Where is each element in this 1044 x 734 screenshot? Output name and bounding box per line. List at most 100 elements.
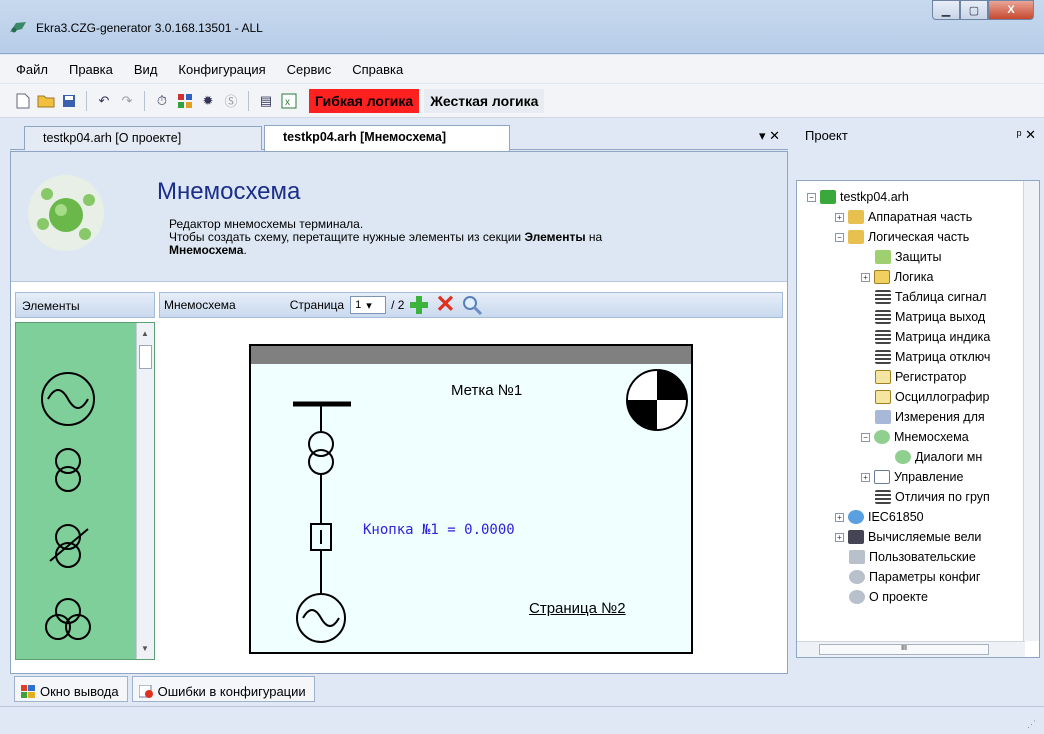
- tree-item-protections[interactable]: Защиты: [875, 247, 941, 267]
- tree-item-measurements[interactable]: Измерения для: [875, 407, 985, 427]
- mnemo-label-1[interactable]: Метка №1: [451, 382, 522, 399]
- output-window-icon: [21, 685, 35, 698]
- tree-item-signal-table[interactable]: Таблица сигнал: [875, 287, 986, 307]
- menu-edit[interactable]: Правка: [69, 62, 113, 77]
- mnemo-logo-icon: [28, 175, 104, 251]
- mnemo-canvas[interactable]: Метка №1 Кнопка №1 = 0.0000 Страница №2: [249, 344, 693, 654]
- hard-logic-button[interactable]: Жесткая логика: [424, 88, 545, 113]
- toolbar-separator: [144, 90, 145, 111]
- tree-item-group-differences[interactable]: Отличия по груп: [875, 487, 990, 507]
- tree-item-hardware[interactable]: + Аппаратная часть: [835, 207, 972, 227]
- tree-item-logic-part[interactable]: − Логическая часть: [835, 227, 969, 247]
- tree-item-computed-values[interactable]: + Вычисляемые вели: [835, 527, 981, 547]
- mnemo-title-bar: [251, 346, 691, 364]
- tree-item-trip-matrix[interactable]: Матрица отключ: [875, 347, 990, 367]
- tab-mnemo[interactable]: testkp04.arh [Мнемосхема]: [264, 125, 510, 151]
- tree-item-indication-matrix[interactable]: Матрица индика: [875, 327, 990, 347]
- tab-about-project[interactable]: testkp04.arh [О проекте]: [24, 126, 262, 150]
- elements-scrollbar[interactable]: ▲ ▼: [136, 323, 154, 659]
- tree-item-logic[interactable]: + Логика: [861, 267, 933, 287]
- excel-icon[interactable]: x: [280, 92, 298, 110]
- three-winding-transformer-element-icon[interactable]: [45, 598, 91, 640]
- tree-item-mnemo[interactable]: − Мнемосхема: [861, 427, 969, 447]
- timer-icon[interactable]: ⏱: [153, 92, 171, 110]
- adjustable-transformer-element-icon[interactable]: [49, 524, 89, 568]
- open-folder-icon[interactable]: [37, 92, 55, 110]
- menu-bar: Файл Правка Вид Конфигурация Сервис Спра…: [0, 55, 1044, 83]
- tree-vertical-scrollbar[interactable]: [1023, 181, 1039, 641]
- status-bar: ⋰: [0, 706, 1044, 734]
- scroll-thumb[interactable]: [139, 345, 152, 369]
- scroll-down-icon[interactable]: ▼: [141, 644, 149, 653]
- logic-icon: [874, 270, 890, 284]
- elements-palette: ▲ ▼: [15, 322, 155, 660]
- redo-icon[interactable]: ↷: [118, 92, 136, 110]
- script-icon[interactable]: Ⓢ: [222, 92, 240, 110]
- pin-close-controls[interactable]: ᵖ ✕: [1017, 127, 1036, 143]
- project-icon: [820, 190, 836, 204]
- scroll-thumb[interactable]: III: [819, 644, 989, 655]
- transformer-element-icon[interactable]: [55, 448, 81, 492]
- mnemo-page-link[interactable]: Страница №2: [529, 600, 626, 617]
- delete-page-icon[interactable]: ✕: [435, 293, 455, 317]
- menu-help[interactable]: Справка: [352, 62, 403, 77]
- tree-item-control[interactable]: + Управление: [861, 467, 964, 487]
- toolbar-separator: [86, 90, 87, 111]
- list-icon[interactable]: ▤: [257, 92, 275, 110]
- minimize-button[interactable]: ▁: [932, 0, 960, 20]
- project-tree: − testkp04.arh + Аппаратная часть − Логи…: [796, 180, 1040, 658]
- bottom-tabs: Окно вывода Ошибки в конфигурации: [14, 676, 315, 702]
- tree-item-config-params[interactable]: Параметры конфиг: [849, 567, 980, 587]
- mnemo-button-1[interactable]: Кнопка №1 = 0.0000: [363, 522, 515, 538]
- tab-controls[interactable]: ▾ ✕: [759, 128, 780, 144]
- bug-icon[interactable]: ✹: [199, 92, 217, 110]
- tree-item-output-matrix[interactable]: Матрица выход: [875, 307, 985, 327]
- flex-logic-button[interactable]: Гибкая логика: [309, 88, 420, 113]
- tree-item-recorder[interactable]: Регистратор: [875, 367, 966, 387]
- document-icon: [874, 470, 890, 484]
- grid-icon[interactable]: [176, 92, 194, 110]
- gear-icon: [849, 570, 865, 584]
- zoom-icon[interactable]: [461, 294, 483, 316]
- add-page-icon[interactable]: [409, 295, 429, 315]
- tree-item-mnemo-dialogs[interactable]: Диалоги мн: [895, 447, 982, 467]
- tree-item-iec61850[interactable]: + IEC61850: [835, 507, 924, 527]
- transformer-symbol[interactable]: [308, 404, 334, 524]
- project-panel-title: Проект: [805, 128, 848, 143]
- save-icon[interactable]: [60, 92, 78, 110]
- tree-item-about-project[interactable]: О проекте: [849, 587, 928, 607]
- indicator-symbol[interactable]: [626, 369, 688, 431]
- tree-item-oscillography[interactable]: Осциллографир: [875, 387, 989, 407]
- tab-config-errors[interactable]: Ошибки в конфигурации: [131, 676, 315, 702]
- generator-symbol[interactable]: [296, 593, 346, 643]
- scroll-up-icon[interactable]: ▲: [141, 329, 149, 338]
- resize-grip-icon[interactable]: ⋰: [1027, 719, 1036, 730]
- network-icon: [848, 510, 864, 524]
- generator-element-icon[interactable]: [41, 372, 95, 426]
- mnemo-canvas-area: Метка №1 Кнопка №1 = 0.0000 Страница №2: [159, 322, 783, 660]
- tab-output-window[interactable]: Окно вывода: [14, 676, 128, 702]
- matrix-icon: [875, 310, 891, 324]
- close-button[interactable]: X: [988, 0, 1034, 20]
- measurement-icon: [875, 410, 891, 424]
- menu-file[interactable]: Файл: [16, 62, 48, 77]
- page-select[interactable]: 1 ▾: [350, 296, 387, 314]
- maximize-button[interactable]: ▢: [960, 0, 988, 20]
- gear-icon: [849, 590, 865, 604]
- page-title: Мнемосхема: [157, 178, 301, 205]
- menu-configuration[interactable]: Конфигурация: [178, 62, 265, 77]
- tree-horizontal-scrollbar[interactable]: III: [797, 641, 1025, 657]
- new-file-icon[interactable]: [14, 92, 32, 110]
- undo-icon[interactable]: ↶: [95, 92, 113, 110]
- tree-item-user-defined[interactable]: Пользовательские: [849, 547, 976, 567]
- tree-item-root[interactable]: − testkp04.arh: [807, 187, 909, 207]
- editor-header: Мнемосхема Редактор мнемосхемы терминала…: [11, 152, 787, 282]
- switch-symbol[interactable]: [310, 523, 332, 594]
- mnemo-toolbar: Мнемосхема Страница 1 ▾ / 2 ✕: [159, 292, 783, 318]
- folder-icon: [848, 230, 864, 244]
- menu-service[interactable]: Сервис: [287, 62, 332, 77]
- menu-view[interactable]: Вид: [134, 62, 158, 77]
- check-icon: [875, 250, 891, 264]
- chevron-down-icon: ▾: [366, 299, 372, 312]
- project-panel-header: Проект ᵖ ✕: [795, 122, 1044, 148]
